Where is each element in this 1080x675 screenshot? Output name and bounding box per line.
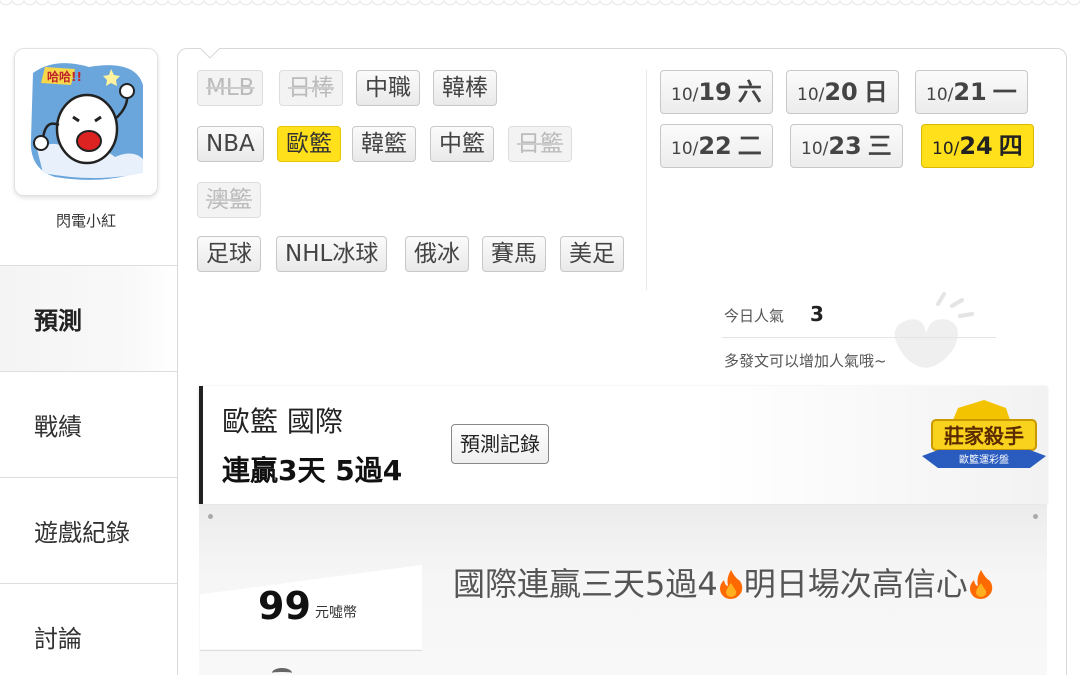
league-chip-nba[interactable]: NBA xyxy=(197,126,264,162)
date-day: 21 xyxy=(953,78,987,106)
date-month: 10/ xyxy=(932,139,960,159)
avatar-illustration: 哈哈!! xyxy=(15,49,157,195)
sidebar-item-label: 戰績 xyxy=(34,413,82,441)
league-chip-npb[interactable]: 日棒 xyxy=(279,70,343,106)
card-pin-icon xyxy=(208,514,213,519)
prediction-title-text: 國際連贏三天5過4 xyxy=(453,565,718,603)
partial-icon xyxy=(272,668,292,675)
date-month: 10/ xyxy=(671,139,699,159)
league-chip-jbl[interactable]: 日籃 xyxy=(508,126,572,162)
league-chip-nfl[interactable]: 美足 xyxy=(560,236,624,272)
date-weekday: 一 xyxy=(992,78,1017,106)
league-chip-kbl[interactable]: 韓籃 xyxy=(352,126,416,162)
date-day: 24 xyxy=(959,132,993,160)
date-chip-1020[interactable]: 10/20 日 xyxy=(786,70,899,114)
sidebar-item-discussion[interactable]: 討論 xyxy=(0,583,178,675)
price-unit: 元噓幣 xyxy=(315,605,357,621)
date-chip-1024[interactable]: 10/24 四 xyxy=(921,124,1034,168)
date-day: 22 xyxy=(698,132,732,160)
league-chip-mlb[interactable]: MLB xyxy=(197,70,264,106)
league-chip-euro-basketball[interactable]: 歐籃 xyxy=(277,126,341,162)
date-weekday: 四 xyxy=(998,132,1023,160)
league-chip-soccer[interactable]: 足球 xyxy=(197,236,261,272)
date-weekday: 二 xyxy=(737,132,762,160)
league-chip-kbo[interactable]: 韓棒 xyxy=(433,70,497,106)
filter-divider xyxy=(646,70,647,290)
fire-icon xyxy=(719,570,743,599)
prediction-title-text: 明日場次高信心 xyxy=(743,565,968,603)
league-chip-cba[interactable]: 中籃 xyxy=(430,126,494,162)
badge-title: 莊家殺手 xyxy=(944,424,1024,448)
date-chip-1019[interactable]: 10/19 六 xyxy=(660,70,773,114)
card-pin-icon xyxy=(1033,514,1038,519)
date-month: 10/ xyxy=(671,85,699,105)
date-weekday: 日 xyxy=(863,78,888,106)
sidebar-item-game-log[interactable]: 遊戲紀錄 xyxy=(0,477,178,583)
date-weekday: 三 xyxy=(867,132,892,160)
date-day: 20 xyxy=(824,78,858,106)
date-chip-1022[interactable]: 10/22 二 xyxy=(660,124,773,168)
date-chip-1021[interactable]: 10/21 一 xyxy=(915,70,1028,114)
panel-corner-decoration xyxy=(200,48,220,59)
popularity-divider xyxy=(722,337,996,338)
avatar[interactable]: 哈哈!! xyxy=(14,48,158,196)
popularity-label: 今日人氣 xyxy=(724,307,785,325)
date-month: 10/ xyxy=(926,85,954,105)
username[interactable]: 閃電小紅 xyxy=(14,210,158,231)
league-chip-cpbl[interactable]: 中職 xyxy=(356,70,420,106)
top-decorative-border xyxy=(0,0,1080,14)
sidebar-item-prediction[interactable]: 預測 xyxy=(0,265,178,371)
league-chip-nbl[interactable]: 澳籃 xyxy=(197,182,261,218)
league-chip-khl[interactable]: 俄冰 xyxy=(405,236,469,272)
sidebar-item-label: 遊戲紀錄 xyxy=(34,519,130,547)
sidebar-item-record[interactable]: 戰績 xyxy=(0,371,178,477)
popularity-hint: 多發文可以增加人氣哦~ xyxy=(724,352,887,370)
popularity-decoration-icon xyxy=(894,292,974,368)
sidebar-item-label: 預測 xyxy=(34,307,82,335)
bookmaker-killer-badge-icon: 莊家殺手 歐籃運彩盤 xyxy=(922,400,1046,468)
prediction-history-button[interactable]: 預測記錄 xyxy=(451,424,549,464)
popularity-value: 3 xyxy=(810,302,824,326)
price-value: 99 xyxy=(258,584,311,628)
date-month: 10/ xyxy=(801,139,829,159)
date-day: 23 xyxy=(828,132,862,160)
badge-subtitle: 歐籃運彩盤 xyxy=(959,453,1009,466)
avatar-caption: 哈哈!! xyxy=(47,69,82,84)
date-weekday: 六 xyxy=(737,78,762,106)
date-month: 10/ xyxy=(797,85,825,105)
date-day: 19 xyxy=(698,78,732,106)
record-league: 歐籃 國際 xyxy=(222,405,343,438)
date-chip-1023[interactable]: 10/23 三 xyxy=(790,124,903,168)
prediction-title[interactable]: 國際連贏三天5過4 明日場次高信心 xyxy=(453,560,1023,608)
record-streak: 連贏3天 5過4 xyxy=(222,454,403,487)
league-chip-nhl[interactable]: NHL冰球 xyxy=(276,236,388,272)
price-divider xyxy=(200,650,422,651)
sidebar-item-label: 討論 xyxy=(34,625,82,653)
league-chip-horse-racing[interactable]: 賽馬 xyxy=(482,236,546,272)
fire-icon xyxy=(969,570,993,599)
